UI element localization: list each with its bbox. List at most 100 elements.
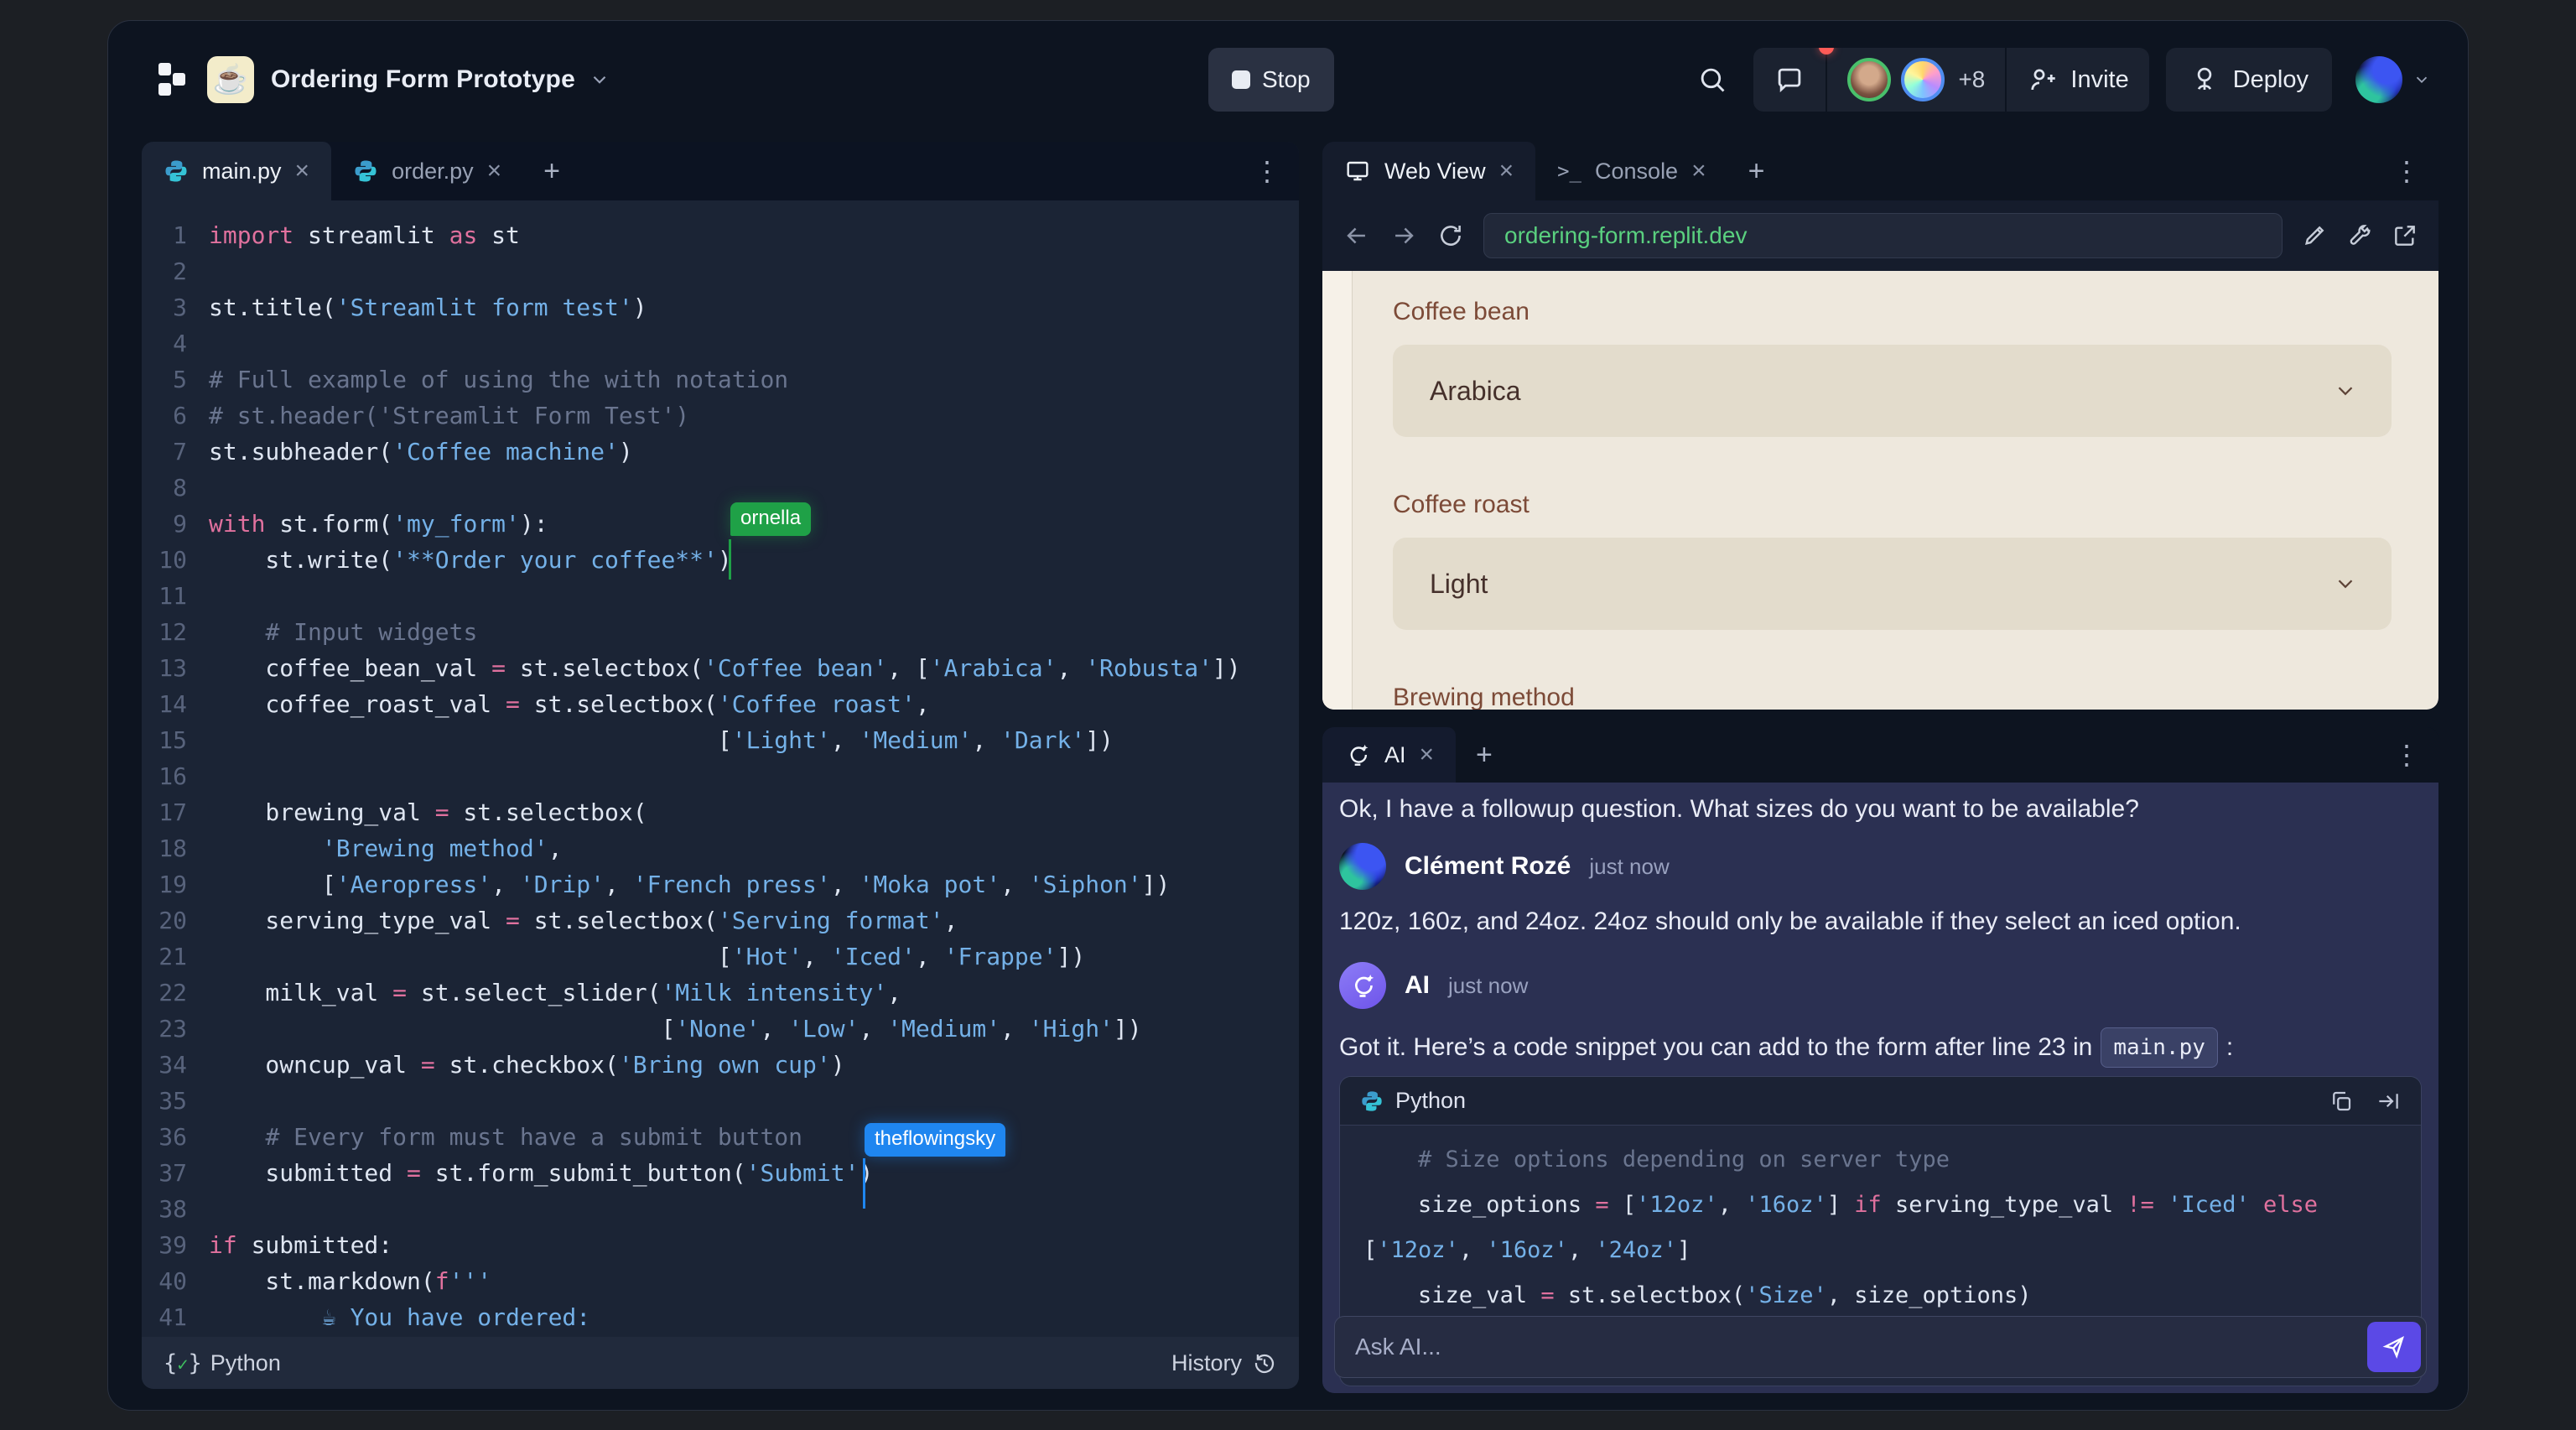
line-number: 21 [158,943,187,970]
search-icon[interactable] [1696,64,1728,96]
line-number: 35 [158,1087,187,1115]
tab-main-py[interactable]: main.py × [142,142,332,200]
invite-button[interactable]: Invite [2007,48,2148,112]
select-value: Arabica [1430,375,1521,406]
devtools-wrench-icon[interactable] [2346,222,2373,249]
line-number: 20 [158,907,187,934]
user-name: Clément Rozé [1405,852,1571,880]
new-tab-button[interactable]: + [523,142,580,200]
new-tab-button[interactable]: + [1456,727,1513,783]
open-external-icon[interactable] [2392,222,2418,249]
ai-tab-bar: AI × + ⋮ [1322,727,2438,783]
line-number: 37 [158,1159,187,1187]
account-menu[interactable] [2355,56,2431,103]
close-icon[interactable]: × [295,157,310,185]
deploy-button[interactable]: Deploy [2165,48,2332,112]
send-button[interactable] [2367,1322,2421,1372]
insert-code-icon[interactable] [2376,1089,2401,1114]
tab-label: main.py [202,158,282,184]
code-line: 4 [150,325,1299,361]
tab-label: Web View [1384,158,1486,184]
code-line: 23 ['None', 'Low', 'Medium', 'High']) [150,1011,1299,1047]
code-line: 14 coffee_roast_val = st.selectbox('Coff… [150,686,1299,722]
line-number: 16 [158,762,187,790]
project-title[interactable]: Ordering Form Prototype [271,65,575,94]
replit-logo-icon[interactable] [158,60,187,99]
members[interactable]: +8 [1827,48,2005,112]
history-button[interactable]: History [1171,1350,1277,1376]
field-label-coffee-roast: Coffee roast [1393,491,1530,518]
member-avatar[interactable] [1847,58,1892,101]
inline-code-chip[interactable]: main.py [2101,1027,2218,1068]
tab-label: order.py [392,158,474,184]
ai-message-text: Got it. Here’s a code snippet you can ad… [1339,1033,2093,1061]
chat-button[interactable] [1753,48,1835,112]
code-line: 3 st.title('Streamlit form test') [150,289,1299,325]
language-label: Python [210,1349,281,1375]
url-bar[interactable]: ordering-form.replit.dev [1483,213,2283,258]
code-editor[interactable]: 1 import streamlit as st 2 3 st.title('Strea… [142,200,1299,1337]
chevron-down-icon [2333,571,2358,596]
code-block-language: Python [1395,1088,1467,1113]
language-indicator[interactable]: {✓} Python [164,1350,281,1376]
kebab-menu-icon[interactable]: ⋮ [2375,142,2438,200]
line-number: 11 [158,582,187,610]
app-window: ☕ Ordering Form Prototype Stop +8 Invite… [107,20,2469,1411]
code-line: 10 st.write('**Order your coffee**') [150,542,1299,578]
line-number: 6 [173,402,187,429]
timestamp: just now [1448,972,1529,998]
history-clock-icon [1252,1350,1277,1375]
code-line: 15 ['Light', 'Medium', 'Dark']) [150,722,1299,758]
close-icon[interactable]: × [487,157,502,185]
kebab-menu-icon[interactable]: ⋮ [2375,727,2438,783]
python-icon [1362,1090,1382,1111]
line-number: 40 [158,1267,187,1295]
close-icon[interactable]: × [1691,157,1706,185]
select-coffee-bean[interactable]: Arabica [1393,345,2392,437]
ask-ai-input[interactable] [1355,1334,2367,1360]
back-icon[interactable] [1343,221,1371,250]
code-line: 35 [150,1083,1299,1119]
timestamp: just now [1589,853,1670,879]
stop-button[interactable]: Stop [1208,48,1334,112]
line-number: 22 [158,979,187,1006]
member-avatar[interactable] [1901,58,1945,101]
line-number: 10 [158,546,187,574]
close-icon[interactable]: × [1420,741,1435,769]
ai-panel: AI × + ⋮ Ok, I have a followup question.… [1322,727,2438,1393]
code-line: size_val = st.selectbox('Size', size_opt… [1363,1282,2032,1308]
members-overflow-count[interactable]: +8 [1958,66,1985,93]
line-number: 39 [158,1231,187,1259]
line-number: 14 [158,690,187,718]
tab-web-view[interactable]: Web View × [1322,142,1536,200]
close-icon[interactable]: × [1499,157,1514,185]
line-number: 7 [173,438,187,465]
tab-order-py[interactable]: order.py × [331,142,523,200]
tab-console[interactable]: >_ Console × [1535,142,1728,200]
collab-cursor-ornella: ornella [730,502,812,536]
user-avatar [1339,843,1386,890]
line-number: 15 [158,726,187,754]
tab-ai[interactable]: AI × [1322,727,1457,783]
project-icon[interactable]: ☕ [207,56,254,103]
new-tab-button[interactable]: + [1728,142,1785,200]
ai-sparkle-icon [1344,741,1371,768]
history-label: History [1171,1349,1242,1375]
code-line: 41 ☕ You have ordered: [150,1299,1299,1335]
forward-icon[interactable] [1389,221,1418,250]
line-number: 17 [158,798,187,826]
code-line: 37 submitted = st.form_submit_button('Su… [150,1155,1299,1191]
line-number: 19 [158,871,187,898]
refresh-icon[interactable] [1436,221,1465,250]
select-coffee-roast[interactable]: Light [1393,538,2392,630]
copy-icon[interactable] [2329,1089,2354,1114]
edit-pencil-icon[interactable] [2301,222,2328,249]
line-number: 38 [158,1195,187,1223]
invite-label: Invite [2070,65,2129,93]
monitor-icon [1344,158,1371,185]
ai-message-header: AI just now [1339,962,1528,1009]
line-number: 41 [158,1303,187,1331]
chevron-down-icon[interactable] [589,69,610,91]
kebab-menu-icon[interactable]: ⋮ [1235,142,1299,200]
code-line: 5 # Full example of using the with notati… [150,361,1299,398]
